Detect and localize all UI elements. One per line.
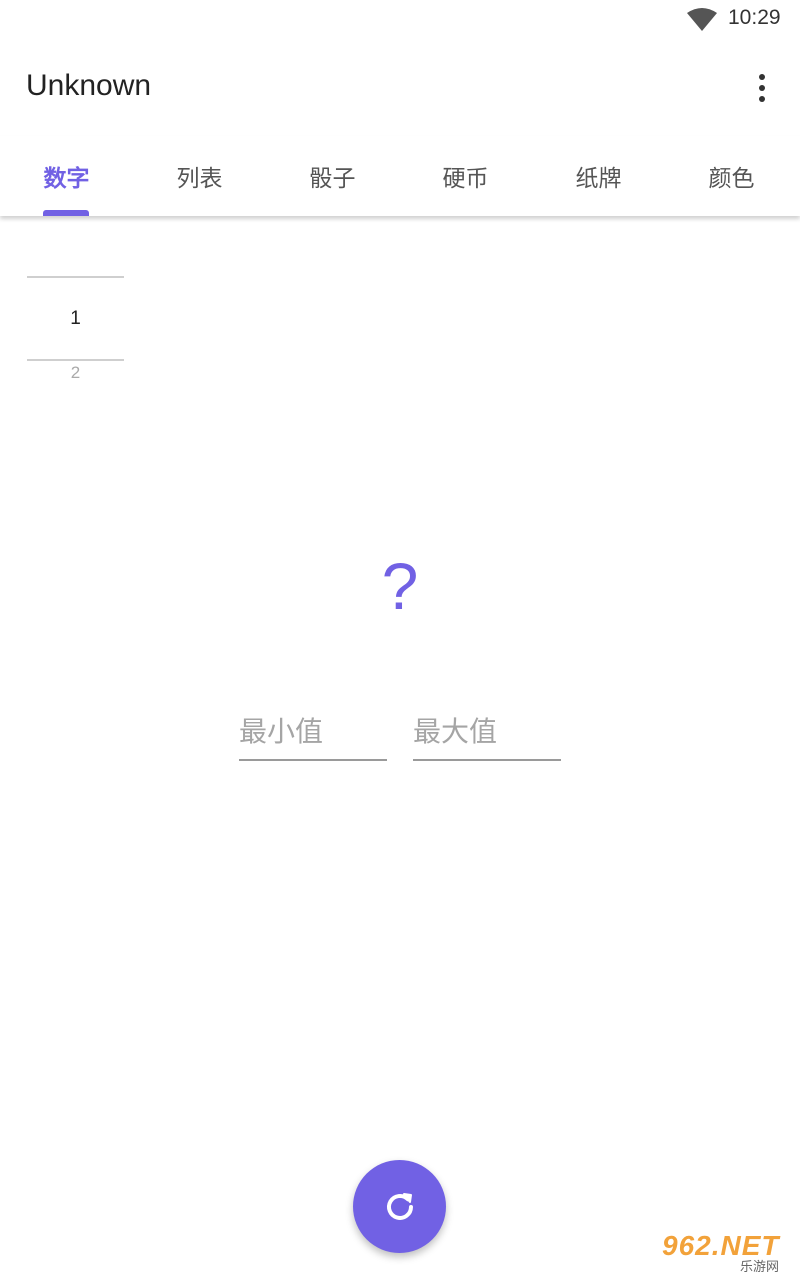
number-picker[interactable]: 1 2 (27, 276, 124, 396)
tab-cards[interactable]: 纸牌 (532, 136, 665, 216)
picker-divider-top (27, 276, 124, 278)
tab-coin[interactable]: 硬币 (399, 136, 532, 216)
watermark-logo: 962.NET 乐游网 (662, 1228, 796, 1276)
tab-number[interactable]: 数字 (0, 136, 133, 216)
status-bar: 10:29 (0, 0, 800, 40)
app-title: Unknown (26, 69, 152, 102)
tab-list[interactable]: 列表 (133, 136, 266, 216)
more-vert-icon[interactable] (744, 64, 780, 112)
app-bar: Unknown (0, 40, 800, 136)
max-value-input[interactable] (413, 705, 561, 757)
max-value-field[interactable] (413, 705, 561, 761)
picker-divider-bottom (27, 359, 124, 361)
min-value-input[interactable] (239, 705, 387, 757)
min-value-field[interactable] (239, 705, 387, 761)
tab-bar: 数字 列表 骰子 硬币 纸牌 颜色 (0, 136, 800, 216)
picker-next-value[interactable]: 2 (27, 363, 124, 383)
tab-dice[interactable]: 骰子 (266, 136, 399, 216)
picker-selected-value[interactable]: 1 (27, 308, 124, 330)
status-time: 10:29 (728, 6, 781, 29)
watermark-sub-text: 乐游网 (740, 1260, 780, 1275)
wifi-icon (687, 8, 717, 31)
tab-indicator (43, 210, 89, 216)
refresh-icon (386, 1192, 413, 1220)
generate-button[interactable] (353, 1160, 446, 1253)
result-display: ? (381, 549, 419, 623)
tab-color[interactable]: 颜色 (665, 136, 798, 216)
